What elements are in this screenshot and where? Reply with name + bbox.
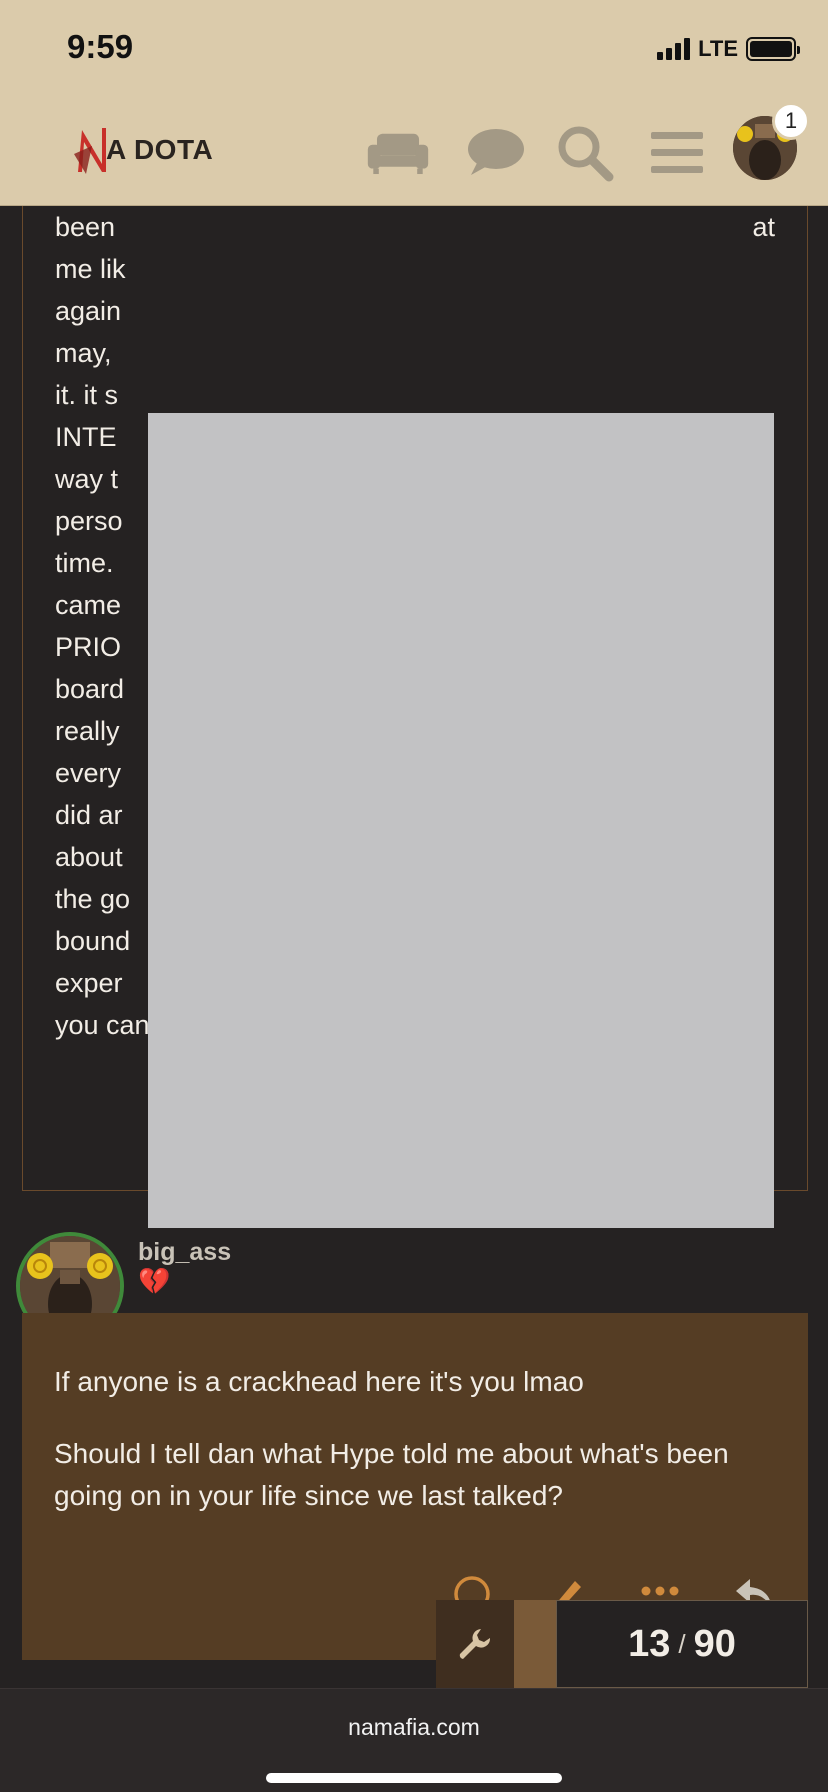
notification-badge[interactable]: 1: [772, 102, 810, 140]
post-1-line-text: been: [55, 212, 116, 242]
post-1-line-text: me lik: [55, 254, 126, 284]
search-icon[interactable]: [553, 122, 617, 184]
post-1-line-text: PRIO: [55, 632, 122, 662]
wrench-icon[interactable]: [436, 1600, 514, 1688]
post-2-username[interactable]: big_ass: [138, 1238, 231, 1267]
post-1-line-text: every: [55, 758, 122, 788]
total-post-count: 90: [693, 1622, 736, 1665]
post-1-line-text: really: [55, 716, 120, 746]
network-type: LTE: [698, 36, 738, 61]
logo-mark-icon: [74, 128, 106, 174]
post-1-line-text: INTE: [55, 422, 117, 452]
site-logo[interactable]: A DOTA: [72, 124, 213, 176]
browser-bar: namafia.com: [0, 1688, 828, 1792]
couch-icon[interactable]: [366, 122, 430, 184]
post-1-line: been at: [55, 206, 775, 248]
timeline-progress[interactable]: [514, 1600, 556, 1688]
post-1-line-tail: at: [752, 212, 775, 242]
post-2-paragraph: If anyone is a crackhead here it's you l…: [54, 1366, 584, 1397]
post-1-line-text: may,: [55, 338, 112, 368]
post-1-line-text: time.: [55, 548, 114, 578]
post-1-line: me lik: [55, 248, 775, 290]
redaction-overlay: [148, 413, 774, 1228]
url-bar[interactable]: namafia.com: [0, 1714, 828, 1741]
post-1-line-text: it. it s: [55, 380, 119, 410]
post-1-line-text: did ar: [55, 800, 123, 830]
battery-icon: [746, 37, 800, 61]
home-indicator[interactable]: [266, 1773, 562, 1783]
post-1-line-text: way t: [55, 464, 119, 494]
counter-separator: /: [678, 1628, 686, 1659]
post-counter[interactable]: 13 / 90: [556, 1600, 808, 1688]
status-indicators: LTE: [657, 36, 800, 62]
chat-bubble-icon[interactable]: [463, 122, 527, 184]
post-1-line-text: bound: [55, 926, 131, 956]
hamburger-menu-icon[interactable]: [645, 122, 709, 184]
status-time: 9:59: [67, 28, 134, 65]
topic-timeline: 13 / 90: [436, 1600, 808, 1688]
current-post-number: 13: [628, 1622, 671, 1665]
post-1-line-text: exper: [55, 968, 123, 998]
post-1-line-text: the go: [55, 884, 131, 914]
status-bar: 9:59 LTE: [0, 0, 828, 100]
post-2-flair: 💔: [138, 1266, 171, 1296]
post-1-line-text: came: [55, 590, 122, 620]
post-1: been at me lik again may, it. it s INTE way t pe…: [22, 206, 808, 1349]
post-1-line: again: [55, 290, 775, 332]
post-1-line-text: about: [55, 842, 123, 872]
post-1-line: may,: [55, 332, 775, 374]
post-1-line: it. it s: [55, 374, 775, 416]
post-1-line-text: perso: [55, 506, 123, 536]
site-header: A DOTA 1: [0, 100, 828, 206]
post-1-line-text: again: [55, 296, 122, 326]
logo-text: A DOTA: [106, 134, 214, 165]
post-1-line-text: board: [55, 674, 125, 704]
post-2-paragraph: Should I tell dan what Hype told me abou…: [54, 1438, 729, 1511]
signal-strength-icon: [657, 38, 691, 60]
